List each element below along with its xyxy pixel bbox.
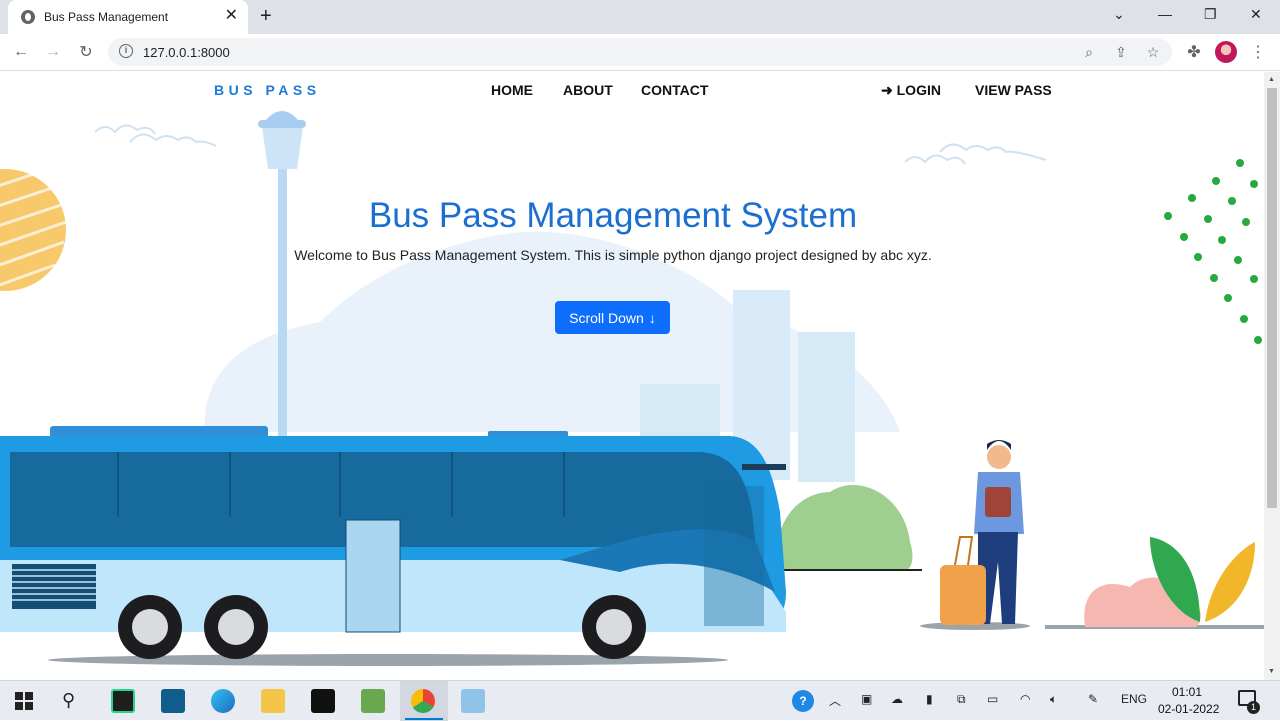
wifi-icon[interactable]: ◠ <box>1020 692 1030 706</box>
menu-icon[interactable]: ⋮ <box>1247 41 1269 63</box>
chevron-up-icon[interactable]: ︿ <box>829 692 841 709</box>
windows-start-icon[interactable] <box>15 692 33 710</box>
python-idle-icon[interactable] <box>361 689 385 713</box>
display-icon[interactable]: ⧉ <box>957 692 966 707</box>
notification-count: 1 <box>1247 701 1260 714</box>
bookmark-star-icon[interactable]: ☆ <box>1144 43 1162 61</box>
file-explorer-icon[interactable] <box>261 689 285 713</box>
restore-button[interactable]: ❐ <box>1204 6 1217 23</box>
nav-home-link[interactable]: HOME <box>491 82 533 98</box>
language-indicator[interactable]: ENG <box>1121 692 1147 706</box>
page-scrollbar[interactable]: ▲ ▼ <box>1264 72 1280 680</box>
nav-about-link[interactable]: ABOUT <box>563 82 613 98</box>
browser-toolbar: ← → ↻ i 127.0.0.1:8000 ⌕ ⇪ ☆ ✤ ⋮ <box>0 34 1280 71</box>
nav-view-pass-link[interactable]: VIEW PASS <box>975 82 1052 98</box>
search-icon[interactable]: ⚲ <box>62 690 75 711</box>
usb-icon[interactable]: ▮ <box>926 692 933 706</box>
volume-icon[interactable]: 🔈︎ <box>1050 692 1057 707</box>
pen-icon[interactable]: ✎ <box>1088 692 1098 706</box>
globe-icon <box>21 10 35 24</box>
page-viewport: BUS PASS HOME ABOUT CONTACT ➜ LOGIN VIEW… <box>0 72 1264 680</box>
reload-button[interactable]: ↻ <box>75 41 97 63</box>
minimize-button[interactable]: — <box>1158 6 1172 22</box>
login-label: LOGIN <box>896 82 941 98</box>
arrow-down-icon: ↓ <box>648 309 656 326</box>
meet-icon[interactable]: ▣ <box>861 692 872 706</box>
clock-date[interactable]: 02-01-2022 <box>1158 702 1219 716</box>
site-info-icon[interactable]: i <box>119 44 133 58</box>
zoom-icon[interactable]: ⌕ <box>1080 43 1098 61</box>
scroll-thumb[interactable] <box>1267 88 1277 508</box>
hero-subtitle: Welcome to Bus Pass Management System. T… <box>294 247 932 263</box>
battery-icon[interactable]: ▭ <box>987 692 998 706</box>
notepad-icon[interactable] <box>461 689 485 713</box>
nav-login-link[interactable]: ➜ LOGIN <box>881 82 941 99</box>
edge-icon[interactable] <box>211 689 235 713</box>
browser-tab-strip: Bus Pass Management ✕ + ⌄ — ❐ ✕ <box>0 0 1280 34</box>
address-bar[interactable]: i 127.0.0.1:8000 ⌕ ⇪ ☆ <box>108 38 1172 66</box>
scroll-down-button[interactable]: Scroll Down ↓ <box>555 301 670 334</box>
profile-avatar[interactable] <box>1215 41 1237 63</box>
scroll-up-arrow-icon[interactable]: ▲ <box>1268 76 1275 83</box>
help-icon[interactable]: ? <box>792 690 814 712</box>
terminal-icon[interactable] <box>311 689 335 713</box>
brand-logo[interactable]: BUS PASS <box>214 82 321 98</box>
chrome-icon[interactable] <box>411 689 435 713</box>
new-tab-button[interactable]: + <box>260 5 272 27</box>
close-window-button[interactable]: ✕ <box>1250 6 1262 23</box>
scroll-down-arrow-icon[interactable]: ▼ <box>1268 668 1275 675</box>
anaconda-icon[interactable] <box>161 689 185 713</box>
hero-title: Bus Pass Management System <box>368 196 858 235</box>
close-tab-icon[interactable]: ✕ <box>225 7 238 25</box>
share-icon[interactable]: ⇪ <box>1112 43 1130 61</box>
extensions-icon[interactable]: ✤ <box>1183 41 1205 63</box>
clock-time[interactable]: 01:01 <box>1172 685 1202 699</box>
windows-taskbar: ⚲ ? ︿ ▣ ☁ ▮ ⧉ ▭ ◠ 🔈︎ ✎ ENG 01:01 02-01-2… <box>0 680 1280 721</box>
browser-tab[interactable]: Bus Pass Management ✕ <box>8 0 248 34</box>
onedrive-icon[interactable]: ☁ <box>891 692 903 706</box>
back-button[interactable]: ← <box>10 41 32 63</box>
pycharm-icon[interactable] <box>111 689 135 713</box>
sign-in-icon: ➜ <box>881 82 893 98</box>
hero-illustration <box>0 111 1264 666</box>
scroll-down-label: Scroll Down <box>569 309 644 326</box>
nav-contact-link[interactable]: CONTACT <box>641 82 708 98</box>
tab-title: Bus Pass Management <box>44 10 169 24</box>
forward-button[interactable]: → <box>42 41 64 63</box>
url-text: 127.0.0.1:8000 <box>143 45 230 60</box>
tab-search-icon[interactable]: ⌄ <box>1113 6 1125 23</box>
